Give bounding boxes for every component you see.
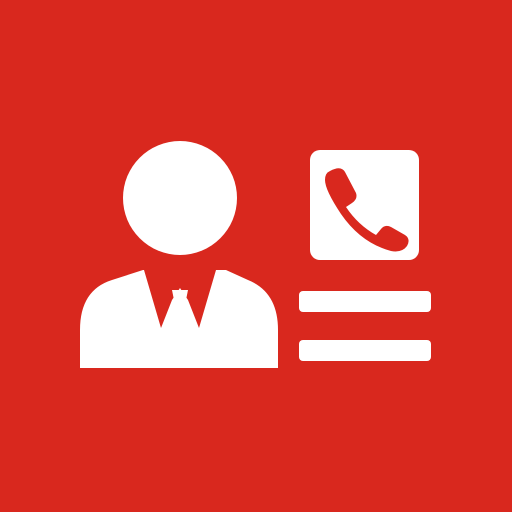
person-head-icon xyxy=(123,141,237,255)
text-line-1-icon xyxy=(299,291,431,312)
app-icon-canvas xyxy=(0,0,512,512)
text-line-2-icon xyxy=(299,340,431,361)
contact-card-icon xyxy=(80,141,431,368)
phone-icon xyxy=(310,150,419,260)
text-lines-icon xyxy=(299,291,431,361)
